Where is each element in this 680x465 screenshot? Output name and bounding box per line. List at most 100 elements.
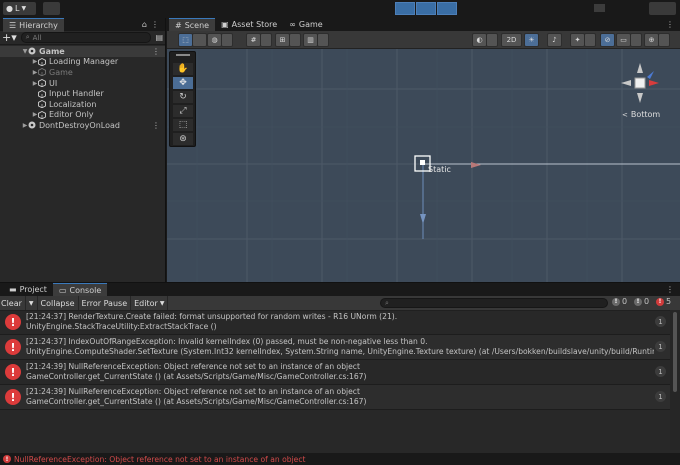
shading-icon[interactable]: ◐ [472,33,487,47]
move-tool-icon[interactable]: ✥ [173,77,193,89]
shading-dropdown[interactable] [486,33,498,47]
cloud-button[interactable] [43,2,60,15]
search-icon: ⌕ [25,33,30,41]
tab-scene[interactable]: # Scene [169,17,216,32]
message-count-badge: 1 [655,316,666,327]
orientation-label[interactable]: < Bottom [622,110,660,119]
tab-asset-store[interactable]: ▣ Asset Store [215,18,283,31]
error-count-toggle[interactable]: ! 5 [656,297,671,306]
grid-snap-icon[interactable]: # [246,33,261,47]
add-icon[interactable]: +▾ [2,31,17,44]
more-menu-icon[interactable]: ⋮ [666,20,674,29]
list-icon: ☰ [9,20,17,30]
hierarchy-item[interactable]: ▼ Game ⋮ [0,46,165,57]
more-menu-icon[interactable]: ⋮ [151,20,159,29]
tab-project[interactable]: ▬ Project [3,283,53,296]
more-menu-icon[interactable]: ⋮ [666,285,674,294]
console-message-list: ! [21:24:37] RenderTexture.Create failed:… [0,310,680,450]
clear-dropdown[interactable]: ▼ [26,296,38,310]
scene-toolbar: ⬚ ◍ # ⊞ ▥ ◐ 2D ☀ ♪ ✦ ⊘ ▭ ⊕ [167,31,680,49]
gizmos-icon[interactable]: ⊕ [644,33,659,47]
hidden-objects-icon[interactable]: ⊘ [600,33,615,47]
tab-console[interactable]: ▭ Console [52,282,108,297]
hierarchy-search-input[interactable]: ⌕ All [20,32,152,43]
pivot-dropdown[interactable] [221,33,233,47]
rect-tool-icon[interactable]: ⬚ [173,119,193,131]
error-pause-toggle[interactable]: Error Pause [79,296,132,310]
hierarchy-item[interactable]: ▶ Game [0,67,165,78]
console-message[interactable]: ! [21:24:39] NullReferenceException: Obje… [0,360,670,385]
hierarchy-item-label: Editor Only [49,110,94,120]
collapse-toggle[interactable]: Collapse [38,296,79,310]
hierarchy-item[interactable]: Localization [0,99,165,110]
transform-tool-icon[interactable]: ⊛ [173,133,193,145]
status-bar[interactable]: ! NullReferenceException: Object referen… [0,453,680,465]
gameobject-icon [38,79,46,88]
effects-icon[interactable]: ✦ [570,33,585,47]
orientation-gizmo[interactable] [615,59,665,107]
chevron-down-icon: ▼ [159,299,165,307]
clear-button[interactable]: Clear [0,296,26,310]
increment-snap-icon[interactable]: ⊞ [275,33,290,47]
hierarchy-item[interactable]: ▶ UI [0,78,165,89]
console-scrollbar[interactable] [670,310,680,450]
more-menu-icon[interactable]: ⋮ [152,47,160,56]
ruler-icon[interactable]: ▥ [303,33,318,47]
hierarchy-item-label: Game [49,67,73,77]
lock-icon[interactable]: ⌂ [142,20,147,29]
editor-dropdown[interactable]: Editor ▼ [131,296,169,310]
error-pause-label: Error Pause [81,298,128,308]
console-message[interactable]: ! [21:24:37] RenderTexture.Create failed:… [0,310,670,335]
camera-icon[interactable]: ▭ [616,33,631,47]
gizmos-dropdown[interactable] [658,33,670,47]
error-icon: ! [5,339,21,355]
mode-2d-toggle[interactable]: 2D [501,33,522,47]
chevron-down-icon: ▼ [28,299,34,307]
warning-count: 0 [644,297,650,306]
step-button[interactable] [437,2,457,15]
increment-snap-dropdown[interactable] [289,33,301,47]
message-line-1: [21:24:37] IndexOutOfRangeException: Inv… [26,337,428,346]
audio-icon[interactable]: ♪ [547,33,562,47]
hierarchy-item[interactable]: ▶ Editor Only [0,110,165,121]
scale-tool-icon[interactable]: ⤢ [173,105,193,117]
console-search-input[interactable]: ⌕ [380,298,608,308]
more-menu-icon[interactable]: ⋮ [152,121,160,130]
scene-panel: # Scene ▣ Asset Store ∞ Game ⋮ ⬚ ◍ # ⊞ ▥… [167,17,680,282]
chevron-down-icon: ▼ [21,5,27,12]
camera-dropdown[interactable] [630,33,642,47]
transform-tools: ✋ ✥ ↻ ⤢ ⬚ ⊛ [169,51,196,147]
hierarchy-item-label: Input Handler [49,89,104,99]
ruler-dropdown[interactable] [317,33,329,47]
log-count-toggle[interactable]: ! 0 [612,297,627,306]
account-dropdown[interactable]: ● L ▼ [3,2,36,15]
console-message[interactable]: ! [21:24:39] NullReferenceException: Obje… [0,385,670,410]
scrollbar-thumb[interactable] [673,312,677,392]
play-button[interactable] [395,2,415,15]
effects-dropdown[interactable] [584,33,596,47]
grid-snap-dropdown[interactable] [260,33,272,47]
console-message[interactable]: ! [21:24:37] IndexOutOfRangeException: In… [0,335,670,360]
light-icon[interactable]: ☀ [524,33,539,47]
hand-tool-icon[interactable]: ✋ [173,63,193,75]
hierarchy-tree: ▼ Game ⋮ ▶ Loading Manager ▶ Game ▶ UI Input Hand… [0,45,165,131]
scene-viewport[interactable]: Static ✋ ✥ ↻ ⤢ ⬚ ⊛ < Bottom [167,49,680,282]
tab-label: Console [69,285,102,295]
tab-hierarchy[interactable]: ☰ Hierarchy [3,17,64,32]
drag-handle[interactable] [176,54,190,56]
layout-dropdown[interactable] [649,2,676,15]
warning-count-toggle[interactable]: ! 0 [634,297,649,306]
hierarchy-item[interactable]: Input Handler [0,88,165,99]
message-line-2: UnityEngine.ComputeShader.SetTexture (Sy… [26,347,654,356]
draw-mode-icon[interactable]: ⬚ [178,33,193,47]
pause-button[interactable] [416,2,436,15]
message-count-badge: 1 [655,341,666,352]
hierarchy-item[interactable]: ▶ Loading Manager [0,57,165,68]
tab-game[interactable]: ∞ Game [283,18,329,31]
draw-mode-dropdown[interactable] [192,33,207,47]
filter-icon[interactable]: ▤ [155,33,163,42]
globe-icon[interactable]: ◍ [207,33,222,47]
rotate-tool-icon[interactable]: ↻ [173,91,193,103]
main-toolbar: ● L ▼ [0,0,680,18]
hierarchy-item[interactable]: ▶ DontDestroyOnLoad ⋮ [0,120,165,131]
